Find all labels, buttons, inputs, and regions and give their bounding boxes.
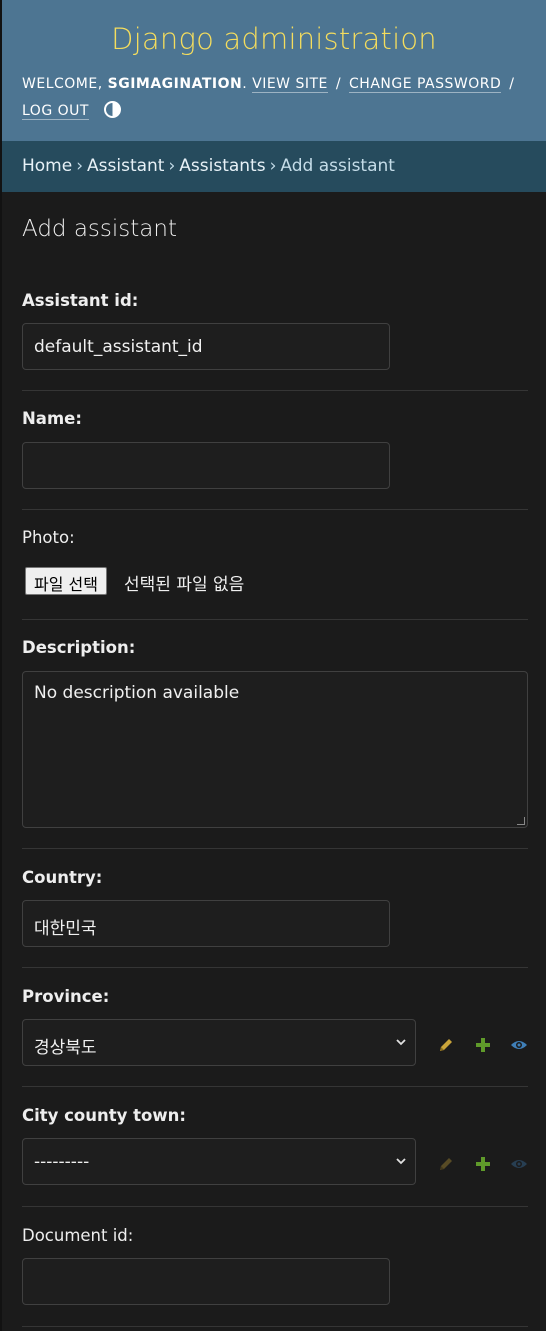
name-label: Name: [22,409,82,428]
breadcrumb-home[interactable]: Home [22,156,72,176]
admin-page: Django administration Welcome, sgimagina… [2,0,546,1331]
province-select[interactable]: 경상북도 [22,1019,416,1066]
description-value: No description available [34,683,240,703]
field-row-province: Province: 경상북도 [22,968,528,1087]
city-county-town-select[interactable]: --------- [22,1138,416,1185]
province-label: Province: [22,987,110,1006]
assistant-id-label: Assistant id: [22,291,139,310]
assistant-id-input[interactable]: default_assistant_id [22,323,390,370]
province-selected: 경상북도 [34,1038,97,1058]
breadcrumb-app[interactable]: Assistant [87,156,164,176]
description-textarea[interactable]: No description available [22,671,528,828]
city-county-town-label: City county town: [22,1106,186,1125]
breadcrumb-model[interactable]: Assistants [179,156,265,176]
site-title[interactable]: Django administration [2,22,546,56]
welcome-text: Welcome, [22,76,103,92]
photo-label: Photo: [22,528,75,547]
contrast-icon[interactable] [103,101,121,118]
field-row-name: Name: [22,391,528,510]
file-status: 선택된 파일 없음 [124,575,245,595]
chevron-down-icon [396,1039,406,1046]
pencil-icon [437,1155,455,1173]
document-id-label: Document id: [22,1226,134,1245]
pencil-icon[interactable] [437,1036,455,1054]
country-label: Country: [22,868,103,887]
field-row-description: Description: No description available [22,620,528,849]
field-row-assistant-id: Assistant id: default_assistant_id [22,281,528,391]
field-row-document-id: Document id: [22,1207,528,1327]
eye-icon[interactable] [510,1036,528,1054]
name-input[interactable] [22,442,390,489]
country-input[interactable]: 대한민국 [22,900,390,947]
username: sgimagination [107,76,243,92]
eye-icon [510,1155,528,1173]
choose-file-button[interactable]: 파일 선택 [25,567,107,595]
resize-handle-icon[interactable] [517,817,525,825]
breadcrumb: Home › Assistant › Assistants › Add assistant [2,141,546,192]
city-county-town-selected: --------- [34,1152,90,1172]
field-row-photo: Photo: [22,510,528,620]
view-site-link[interactable]: View site [252,76,328,93]
field-row-city-county-town: City county town: --------- [22,1087,528,1207]
change-password-link[interactable]: Change password [349,76,502,93]
document-id-input[interactable] [22,1258,390,1305]
plus-icon[interactable] [474,1036,492,1054]
header: Django administration Welcome, sgimagina… [2,0,546,141]
page-title: Add assistant [22,216,177,242]
description-label: Description: [22,638,136,657]
log-out-link[interactable]: Log out [22,103,89,120]
user-tools: Welcome, sgimagination. View site / Chan… [22,76,515,120]
breadcrumb-current: Add assistant [280,156,395,176]
field-row-country: Country: 대한민국 [22,849,528,968]
chevron-down-icon [396,1158,406,1165]
plus-icon[interactable] [474,1155,492,1173]
